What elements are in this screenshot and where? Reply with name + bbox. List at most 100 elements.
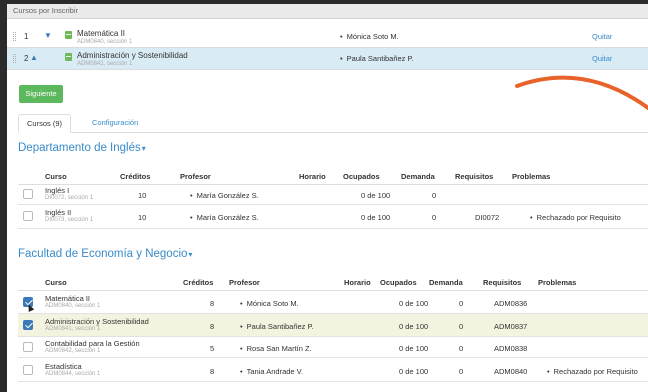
course-checkbox[interactable] xyxy=(23,342,33,352)
course-professor: María González S. xyxy=(190,213,259,222)
enrolled-course-name: Administración y Sostenibilidad xyxy=(77,51,188,60)
col-schedule: Horario xyxy=(299,172,326,181)
course-name: Matemática II xyxy=(45,294,91,303)
course-code: DI0073, sección 1 xyxy=(45,217,94,223)
col-course: Curso xyxy=(45,172,67,181)
enrolled-order: 2 xyxy=(24,54,29,63)
course-code: ADM0842, sección 1 xyxy=(45,348,101,354)
tab-bar: Cursos (9) Configuración xyxy=(18,114,648,133)
enrolled-row[interactable]: 1 ▼ Matemática II ADM0840, sección 1 Món… xyxy=(7,26,648,48)
course-credits: 10 xyxy=(138,213,147,222)
course-code: ADM0844, sección 1 xyxy=(45,371,101,377)
caret-down-icon: ▾ xyxy=(141,144,146,153)
course-requirements: ADM0837 xyxy=(494,322,528,331)
course-checkbox[interactable] xyxy=(23,189,33,199)
table-row[interactable]: Matemática II ADM0840, sección 1 8 Mónic… xyxy=(18,291,648,314)
course-name: Inglés I xyxy=(45,186,70,195)
table-row[interactable]: Estadística ADM0844, sección 1 8 Tania A… xyxy=(18,358,648,382)
col-problems: Problemas xyxy=(512,172,551,181)
course-checkbox[interactable] xyxy=(23,211,33,221)
course-occupied: 0 de 100 xyxy=(399,344,429,353)
col-professor: Profesor xyxy=(229,278,260,287)
drag-handle-icon[interactable] xyxy=(13,54,16,63)
table-row[interactable]: Administración y Sostenibilidad ADM0841,… xyxy=(18,314,648,337)
course-demand: 0 xyxy=(432,191,437,200)
move-up-icon[interactable]: ▲ xyxy=(30,53,38,62)
col-schedule: Horario xyxy=(344,278,371,287)
department-title[interactable]: Facultad de Economía y Negocio▾ xyxy=(18,248,192,260)
col-requirements: Requisitos xyxy=(455,172,494,181)
remove-link[interactable]: Quitar xyxy=(592,32,612,41)
caret-down-icon: ▾ xyxy=(188,250,193,259)
course-code: ADM0841, sección 1 xyxy=(45,326,101,332)
course-occupied: 0 de 100 xyxy=(399,322,429,331)
col-credits: Créditos xyxy=(120,172,151,181)
app-frame: Cursos por Inscribir 1 ▼ Matemática II A… xyxy=(7,4,648,392)
course-requirements: ADM0838 xyxy=(494,344,528,353)
course-name: Inglés II xyxy=(45,208,72,217)
enrolled-course-name: Matemática II xyxy=(77,29,126,38)
course-professor: Rosa San Martín Z. xyxy=(240,344,312,353)
course-professor: Paula Santibañez P. xyxy=(240,322,314,331)
course-checkbox[interactable] xyxy=(23,365,33,375)
course-credits: 8 xyxy=(210,299,215,308)
col-requirements: Requisitos xyxy=(483,278,522,287)
course-professor: María González S. xyxy=(190,191,259,200)
department-name: Departamento de Inglés xyxy=(18,142,141,154)
enrolled-order: 1 xyxy=(24,32,29,41)
course-occupied: 0 de 100 xyxy=(399,299,429,308)
course-credits: 10 xyxy=(138,191,147,200)
course-name: Administración y Sostenibilidad xyxy=(45,317,149,326)
course-credits: 8 xyxy=(210,322,215,331)
table-row[interactable]: Inglés I DI0072, sección 1 10 María Gonz… xyxy=(18,185,648,205)
enrolled-professor: Mónica Soto M. xyxy=(340,32,399,41)
course-checkbox[interactable] xyxy=(23,320,33,330)
col-demand: Demanda xyxy=(401,172,435,181)
col-demand: Demanda xyxy=(429,278,463,287)
course-occupied: 0 de 100 xyxy=(361,191,391,200)
course-credits: 5 xyxy=(210,344,215,353)
enrolled-row[interactable]: 2 ▲ Administración y Sostenibilidad ADM0… xyxy=(7,48,648,70)
tab-settings[interactable]: Configuración xyxy=(84,114,146,133)
move-down-icon[interactable]: ▼ xyxy=(44,31,52,40)
col-course: Curso xyxy=(45,278,67,287)
course-occupied: 0 de 100 xyxy=(399,367,429,376)
course-occupied: 0 de 100 xyxy=(361,213,391,222)
enrolled-course-code: ADM0841, sección 1 xyxy=(77,61,133,67)
col-professor: Profesor xyxy=(180,172,211,181)
tab-courses[interactable]: Cursos (9) xyxy=(18,114,72,133)
course-requirements: DI0072 xyxy=(475,213,500,222)
enrolled-professor: Paula Santibañez P. xyxy=(340,54,414,63)
course-problem: Rechazado por Requisito xyxy=(530,213,621,222)
course-demand: 0 xyxy=(459,344,464,353)
drag-handle-icon[interactable] xyxy=(13,32,16,41)
course-requirements: ADM0836 xyxy=(494,299,528,308)
course-name: Estadística xyxy=(45,362,82,371)
department-title[interactable]: Departamento de Inglés▾ xyxy=(18,142,146,154)
course-code: DI0072, sección 1 xyxy=(45,195,94,201)
col-occupied: Ocupados xyxy=(343,172,380,181)
page-header: Cursos por Inscribir xyxy=(7,4,648,19)
course-requirements: ADM0840 xyxy=(494,367,528,376)
course-name: Contabilidad para la Gestión xyxy=(45,339,140,348)
department-name: Facultad de Economía y Negocio xyxy=(18,248,188,260)
course-problem: Rechazado por Requisito xyxy=(547,367,638,376)
table-row[interactable]: Inglés II DI0073, sección 1 10 María Gon… xyxy=(18,205,648,229)
course-professor: Tania Andrade V. xyxy=(240,367,303,376)
course-demand: 0 xyxy=(459,322,464,331)
table-row[interactable]: Contabilidad para la Gestión ADM0842, se… xyxy=(18,337,648,358)
course-demand: 0 xyxy=(432,213,437,222)
enrolled-course-code: ADM0840, sección 1 xyxy=(77,39,133,45)
book-icon xyxy=(65,53,72,61)
col-credits: Créditos xyxy=(183,278,214,287)
next-button[interactable]: Siguiente xyxy=(19,85,63,103)
course-demand: 0 xyxy=(459,367,464,376)
col-occupied: Ocupados xyxy=(380,278,417,287)
course-credits: 8 xyxy=(210,367,215,376)
course-professor: Mónica Soto M. xyxy=(240,299,299,308)
remove-link[interactable]: Quitar xyxy=(592,54,612,63)
course-code: ADM0840, sección 1 xyxy=(45,303,101,309)
col-problems: Problemas xyxy=(538,278,577,287)
book-icon xyxy=(65,31,72,39)
course-demand: 0 xyxy=(459,299,464,308)
